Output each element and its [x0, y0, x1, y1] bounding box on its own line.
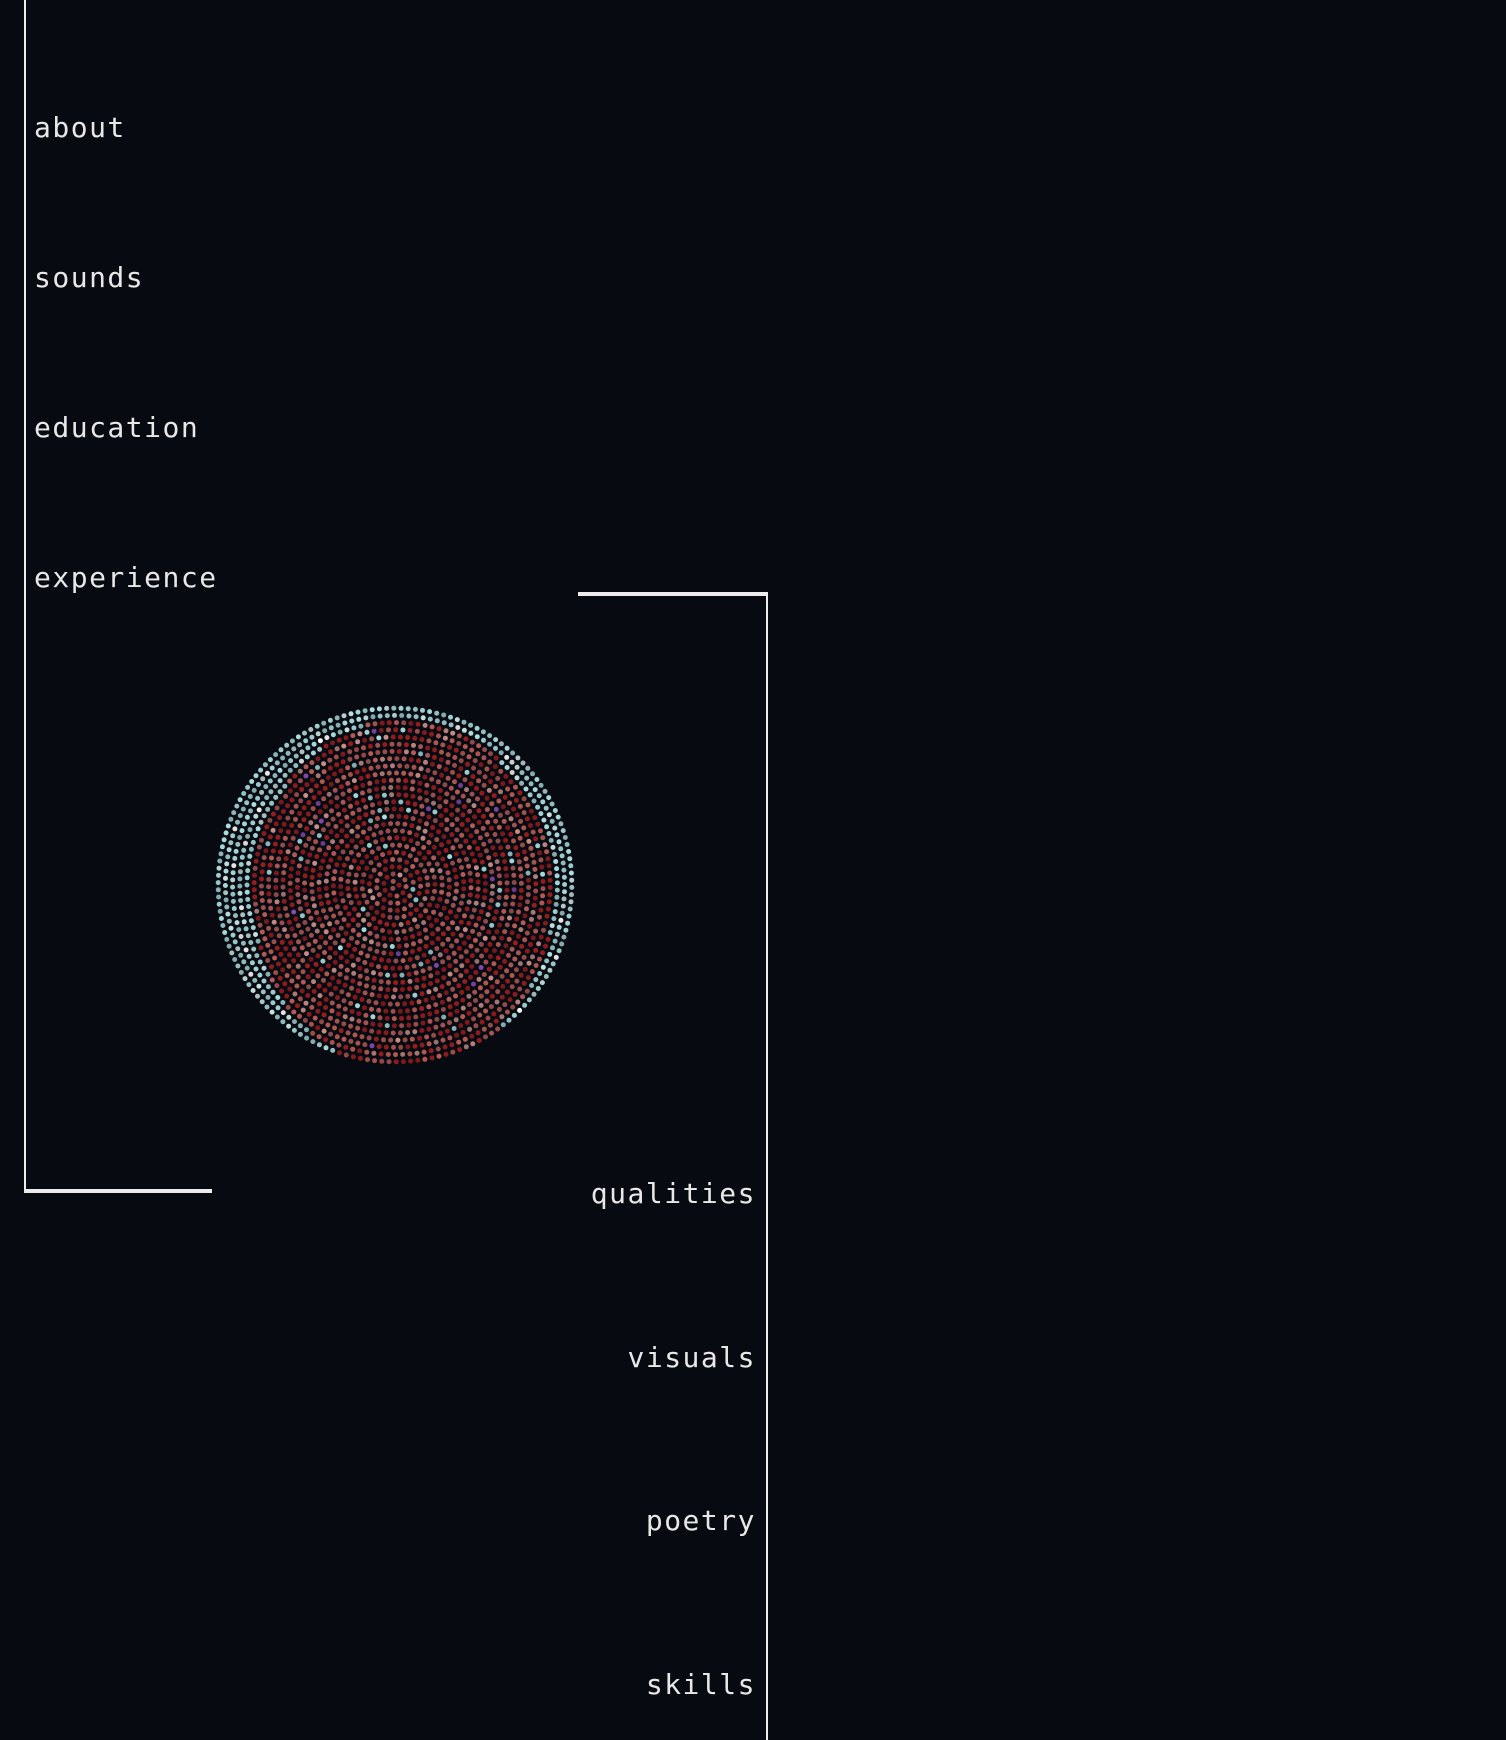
nav-link-qualities[interactable]: qualities — [591, 1180, 756, 1208]
left-frame-horizontal-line — [24, 1189, 212, 1193]
nav-link-sounds[interactable]: sounds — [34, 264, 144, 292]
nav-link-experience[interactable]: experience — [34, 564, 218, 592]
nav-link-about[interactable]: about — [34, 114, 126, 142]
dot-portrait-orb-icon — [215, 705, 575, 1065]
nav-link-education[interactable]: education — [34, 414, 199, 442]
nav-link-poetry[interactable]: poetry — [646, 1507, 756, 1535]
nav-link-visuals[interactable]: visuals — [627, 1344, 756, 1372]
orb-dots — [215, 705, 575, 1065]
left-frame-vertical-line — [24, 0, 26, 1193]
nav-link-skills[interactable]: skills — [646, 1671, 756, 1699]
right-frame-horizontal-line — [578, 592, 768, 596]
right-frame-vertical-line — [766, 592, 768, 1740]
